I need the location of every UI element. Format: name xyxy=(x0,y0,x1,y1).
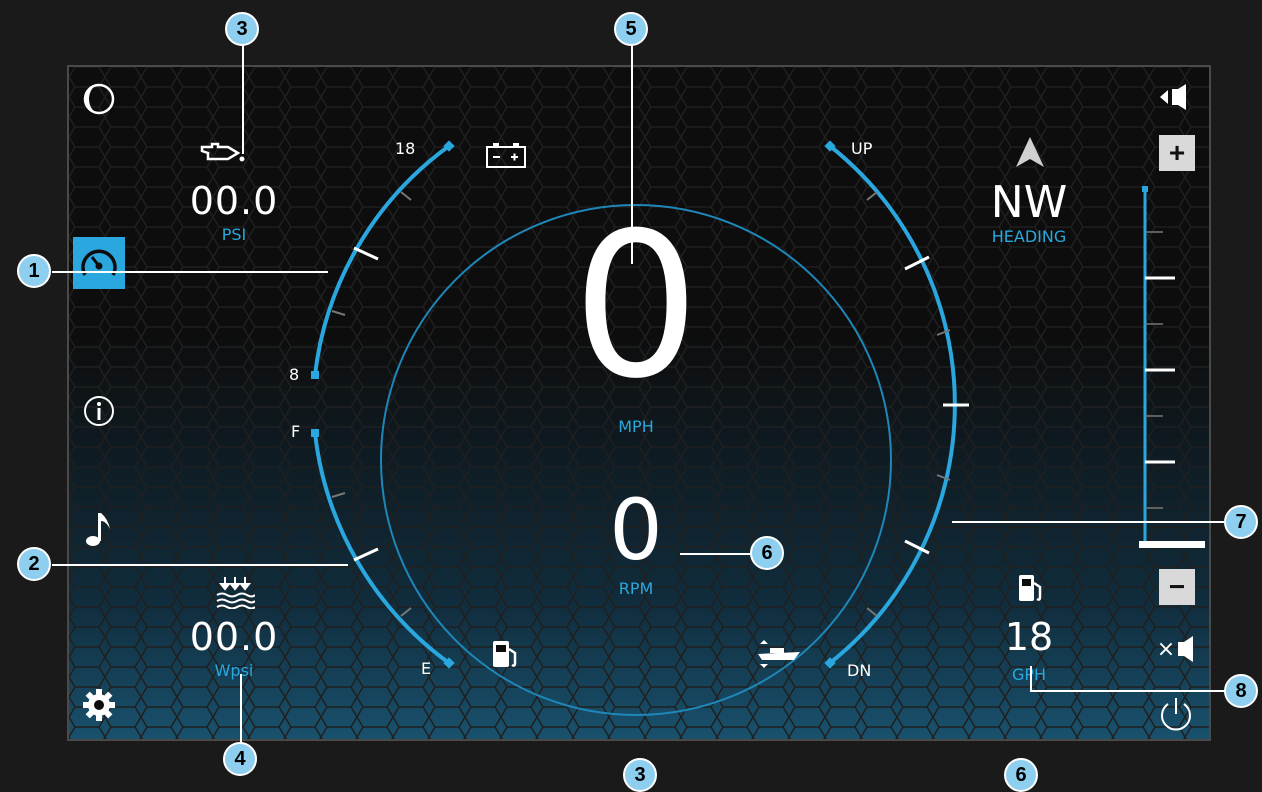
volume-slider-handle xyxy=(1139,541,1205,548)
info-icon xyxy=(84,396,114,426)
gauges-view-button[interactable] xyxy=(73,237,125,289)
settings-button[interactable] xyxy=(81,687,117,723)
callout-2: 2 xyxy=(17,547,51,581)
callout-line-4 xyxy=(240,674,242,746)
power-icon xyxy=(1161,698,1191,731)
music-note-icon xyxy=(86,513,110,546)
volume-down-button[interactable]: − xyxy=(1159,569,1195,605)
tick xyxy=(353,547,379,562)
callout-1: 1 xyxy=(17,254,51,288)
fuel-arc-full-marker xyxy=(311,429,319,437)
callout-line-7 xyxy=(952,521,1224,523)
mute-x-label: × xyxy=(1156,636,1176,662)
tick xyxy=(400,607,412,617)
night-mode-button[interactable] xyxy=(81,81,117,117)
fuel-rate-pump-icon xyxy=(1019,575,1042,601)
volume-up-label: + xyxy=(1168,137,1186,168)
tick xyxy=(866,191,878,201)
left-upper-arc xyxy=(313,144,451,376)
callout-line-3 xyxy=(242,44,244,154)
rpm-unit: RPM xyxy=(618,579,654,598)
volume-slider[interactable] xyxy=(1119,179,1209,559)
water-pressure-unit: Wpsi xyxy=(214,661,254,680)
tick xyxy=(331,310,346,316)
water-pressure-value: 00.0 xyxy=(189,615,279,659)
volume-down-label: − xyxy=(1168,571,1186,602)
trim-arc xyxy=(828,144,957,665)
fuel-pump-icon xyxy=(493,641,517,667)
battery-icon xyxy=(486,143,526,168)
callout-line-1 xyxy=(52,271,328,273)
callout-5: 5 xyxy=(614,12,648,46)
oil-pressure-value: 00.0 xyxy=(189,179,279,223)
callout-4: 4 xyxy=(223,742,257,776)
tick xyxy=(400,191,412,201)
tick xyxy=(866,607,878,617)
callout-line-2 xyxy=(52,564,348,566)
oil-pressure-unit: PSI xyxy=(221,225,247,244)
callout-line-6 xyxy=(680,553,752,555)
callout-3-bottom: 3 xyxy=(623,758,657,792)
callout-line-8 xyxy=(1030,690,1226,692)
tick xyxy=(353,246,379,261)
left-upper-arc-min-label: 8 xyxy=(289,365,300,384)
callout-6-bottom: 6 xyxy=(1004,758,1038,792)
left-upper-arc-max-label: 18 xyxy=(395,139,416,158)
fuel-rate-value: 18 xyxy=(1004,615,1054,659)
left-upper-arc-min-marker xyxy=(311,371,319,379)
callout-8: 8 xyxy=(1224,674,1258,708)
mute-button[interactable]: × xyxy=(1155,631,1199,667)
speed-value: 0 xyxy=(572,190,700,423)
power-button[interactable] xyxy=(1155,693,1197,735)
speaker-icon xyxy=(1160,84,1186,110)
trim-arc-down-label: DN xyxy=(847,661,872,680)
fuel-rate-unit: GPH xyxy=(1011,665,1047,684)
callout-line-8-stem xyxy=(1030,666,1032,692)
fuel-arc-full-label: F xyxy=(291,422,301,441)
water-pressure-icon xyxy=(216,577,255,609)
volume-up-button[interactable]: + xyxy=(1159,135,1195,171)
oil-can-icon xyxy=(200,142,245,162)
info-button[interactable] xyxy=(81,393,117,429)
heading-value: NW xyxy=(990,177,1068,228)
gear-icon xyxy=(83,689,115,721)
speedometer-icon xyxy=(81,249,117,276)
volume-speaker-button[interactable] xyxy=(1157,79,1193,115)
boat-trim-icon xyxy=(758,640,800,668)
trim-arc-up-label: UP xyxy=(851,139,873,158)
heading-label: HEADING xyxy=(991,227,1067,246)
tick xyxy=(331,492,346,498)
rpm-value: 0 xyxy=(609,481,663,579)
callout-7: 7 xyxy=(1224,505,1258,539)
mute-speaker-icon xyxy=(1178,636,1194,662)
callout-3: 3 xyxy=(225,12,259,46)
speed-unit: MPH xyxy=(618,417,654,436)
compass-arrow-icon xyxy=(1016,137,1044,167)
audio-button[interactable] xyxy=(81,511,117,547)
fuel-arc-empty-label: E xyxy=(421,659,432,678)
callout-6: 6 xyxy=(750,536,784,570)
dashboard-screen: 18 8 F E UP DN 0 MPH 0 RPM 00.0 PSI 00.0… xyxy=(67,65,1211,741)
callout-line-5 xyxy=(631,44,633,264)
moon-icon xyxy=(83,83,115,115)
